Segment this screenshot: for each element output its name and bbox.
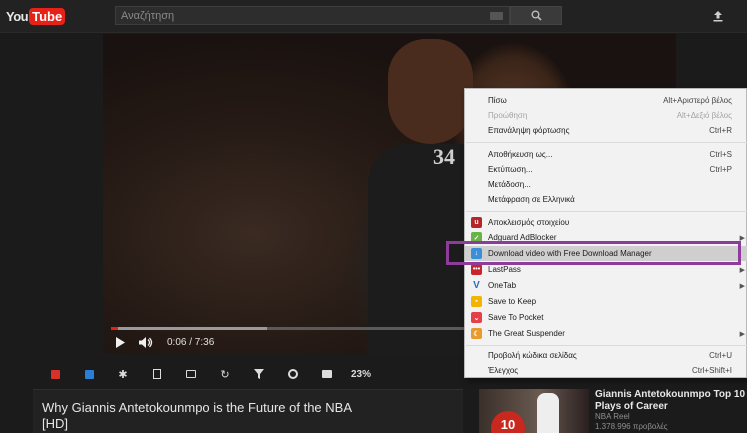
video-info: Why Giannis Antetokounmpo is the Future … <box>33 389 463 433</box>
thumbnail-player-figure <box>537 393 559 433</box>
submenu-arrow-icon: ▶ <box>739 266 745 274</box>
logo-tube-text: Tube <box>29 8 66 25</box>
menu-shortcut: Ctrl+Shift+I <box>691 366 732 375</box>
menu-shortcut: Ctrl+S <box>709 150 732 159</box>
caption-icon[interactable] <box>174 365 208 383</box>
camera-icon[interactable] <box>310 365 344 383</box>
submenu-arrow-icon: ▶ <box>739 282 745 290</box>
menu-shortcut: Alt+Αριστερό βέλος <box>663 96 732 105</box>
menu-item-save-to-keep[interactable]: ▪ Save to Keep <box>465 294 747 309</box>
screenshot-icon[interactable] <box>72 365 106 383</box>
lastpass-icon: ••• <box>471 264 482 275</box>
zoom-percent: 23% <box>350 368 371 380</box>
menu-label: The Great Suspender <box>488 329 565 338</box>
related-channel[interactable]: NBA Reel <box>595 412 630 421</box>
gear-icon[interactable]: ✱ <box>106 365 140 383</box>
menu-item-block-element[interactable]: u Αποκλεισμός στοιχείου <box>465 215 747 230</box>
menu-shortcut: Alt+Δεξιό βέλος <box>676 111 732 120</box>
player-figure-head <box>388 39 473 144</box>
submenu-arrow-icon: ▶ <box>739 330 745 338</box>
play-icon[interactable] <box>115 336 125 348</box>
menu-item-view-source[interactable]: Προβολή κώδικα σελίδας Ctrl+U <box>465 348 747 363</box>
menu-shortcut: Ctrl+P <box>709 165 732 174</box>
menu-label: Πίσω <box>488 96 507 105</box>
thumbnail-number: 10 <box>491 411 525 433</box>
menu-separator <box>466 142 747 143</box>
menu-separator <box>466 345 747 346</box>
related-thumbnail[interactable]: 10 <box>479 389 589 433</box>
menu-label: Μετάφραση σε Ελληνικά <box>488 195 575 204</box>
menu-label: Αποθήκευση ως... <box>488 150 553 159</box>
context-menu: Πίσω Alt+Αριστερό βέλος Προώθηση Alt+Δεξ… <box>464 88 747 378</box>
menu-item-save-as[interactable]: Αποθήκευση ως... Ctrl+S <box>465 147 747 162</box>
search-input[interactable]: Αναζήτηση <box>115 6 510 25</box>
menu-item-back[interactable]: Πίσω Alt+Αριστερό βέλος <box>465 93 747 108</box>
menu-label: Προώθηση <box>488 111 528 120</box>
menu-shortcut: Ctrl+U <box>709 351 732 360</box>
menu-item-reload[interactable]: Επανάληψη φόρτωσης Ctrl+R <box>465 123 747 138</box>
time-display: 0:06 / 7:36 <box>167 336 215 348</box>
speed-icon[interactable] <box>276 365 310 383</box>
related-video-item[interactable]: 10 Giannis Antetokounmpo Top 10 Plays of… <box>476 382 747 433</box>
zoom-level[interactable]: 23% <box>344 365 378 383</box>
menu-label: Έλεγχος <box>488 366 519 375</box>
record-icon[interactable] <box>38 365 72 383</box>
logo-you-text: You <box>6 9 29 24</box>
extension-toolbar: ✱ ↻ 23% <box>38 365 378 383</box>
youtube-logo[interactable]: You Tube <box>6 6 66 27</box>
masthead: You Tube Αναζήτηση <box>0 0 747 33</box>
related-title[interactable]: Giannis Antetokounmpo Top 10 Plays of Ca… <box>595 389 745 413</box>
filter-icon[interactable] <box>242 365 276 383</box>
menu-label: Αποκλεισμός στοιχείου <box>488 218 570 227</box>
menu-label: Εκτύπωση... <box>488 165 533 174</box>
search-icon <box>531 10 542 21</box>
menu-separator <box>466 211 747 212</box>
menu-item-inspect[interactable]: Έλεγχος Ctrl+Shift+I <box>465 363 747 378</box>
menu-item-great-suspender[interactable]: ☾ The Great Suspender ▶ <box>465 326 747 341</box>
menu-item-print[interactable]: Εκτύπωση... Ctrl+P <box>465 162 747 177</box>
volume-icon[interactable] <box>139 336 153 348</box>
suspender-icon: ☾ <box>471 328 482 339</box>
menu-label: LastPass <box>488 265 521 274</box>
jersey-number: 34 <box>433 144 455 169</box>
keep-icon: ▪ <box>471 296 482 307</box>
menu-item-save-to-pocket[interactable]: ⌄ Save To Pocket <box>465 310 747 325</box>
menu-item-forward[interactable]: Προώθηση Alt+Δεξιό βέλος <box>465 108 747 123</box>
ublock-icon: u <box>471 217 482 228</box>
film-icon[interactable] <box>140 365 174 383</box>
video-title: Why Giannis Antetokounmpo is the Future … <box>42 400 352 431</box>
menu-shortcut: Ctrl+R <box>709 126 732 135</box>
pocket-icon: ⌄ <box>471 312 482 323</box>
search-placeholder: Αναζήτηση <box>121 10 175 22</box>
related-views: 1.378.996 προβολές <box>595 422 668 431</box>
menu-label: Save To Pocket <box>488 313 544 322</box>
menu-label: Μετάδοση... <box>488 180 531 189</box>
keyboard-icon[interactable] <box>490 12 503 20</box>
menu-label: Επανάληψη φόρτωσης <box>488 126 570 135</box>
menu-item-cast[interactable]: Μετάδοση... <box>465 177 747 192</box>
onetab-icon: V <box>473 280 480 291</box>
menu-item-onetab[interactable]: V OneTab ▶ <box>465 278 747 293</box>
menu-label: Save to Keep <box>488 297 537 306</box>
menu-label: Προβολή κώδικα σελίδας <box>488 351 577 360</box>
upload-icon[interactable] <box>708 6 728 26</box>
search-button[interactable] <box>510 6 562 25</box>
highlight-frame <box>446 241 741 265</box>
menu-label: OneTab <box>488 281 517 290</box>
loop-icon[interactable]: ↻ <box>208 365 242 383</box>
menu-item-translate[interactable]: Μετάφραση σε Ελληνικά <box>465 192 747 207</box>
